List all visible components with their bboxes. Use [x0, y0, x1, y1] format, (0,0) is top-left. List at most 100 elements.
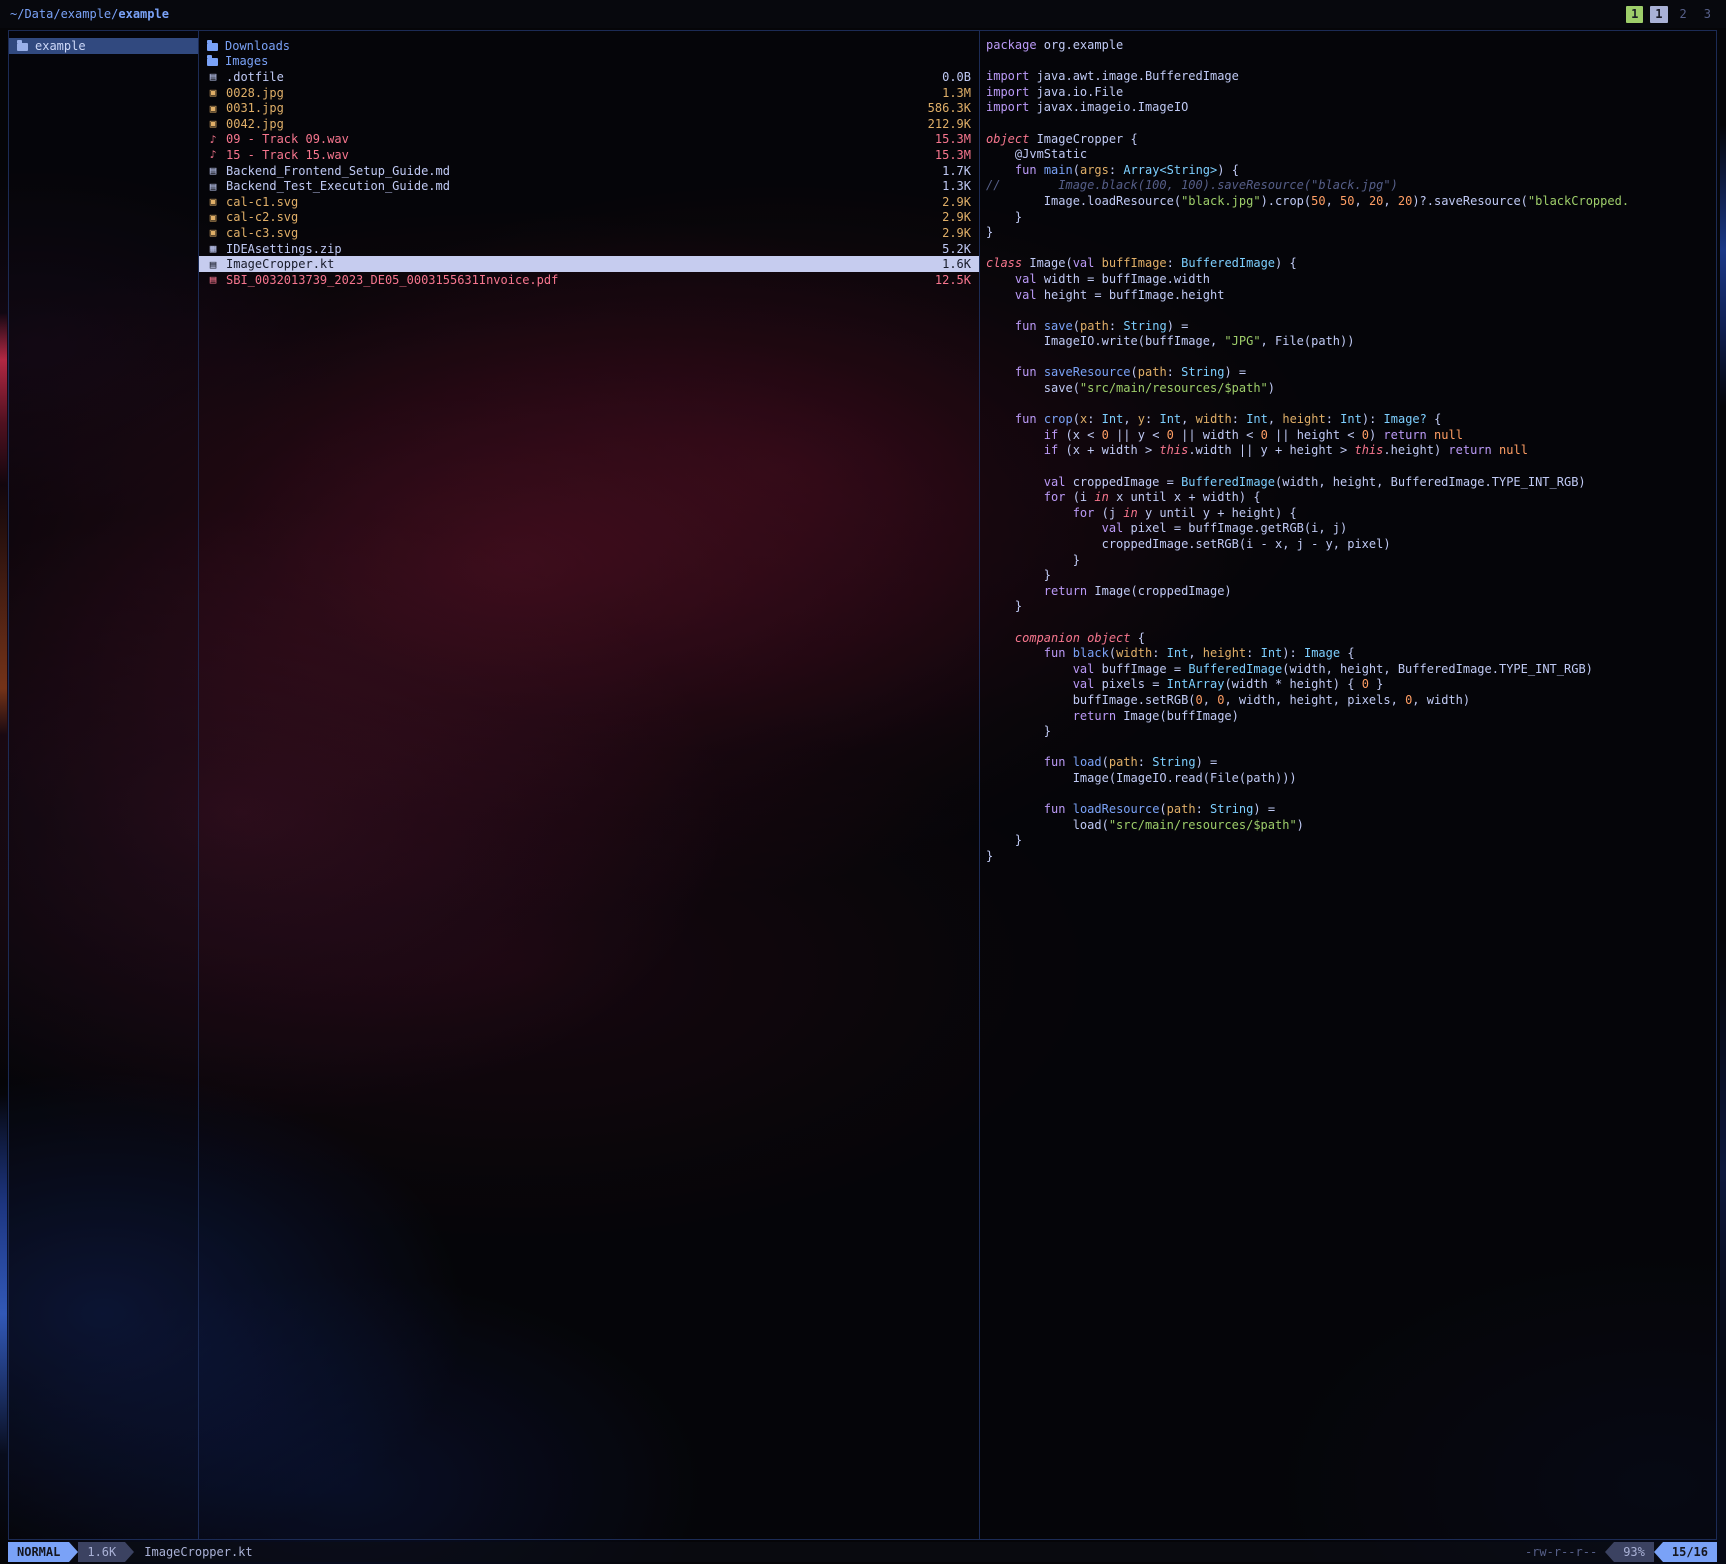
code-line: import java.awt.image.BufferedImage — [986, 69, 1710, 85]
file-row[interactable]: ▣ 0031.jpg 586.3K — [199, 100, 979, 116]
file-row[interactable]: ▤Backend_Test_Execution_Guide.md1.3K — [199, 178, 979, 194]
tab-3[interactable]: 2 — [1675, 6, 1692, 23]
code-line: ImageIO.write(buffImage, "JPG", File(pat… — [986, 334, 1710, 350]
code-line: if (x + width > this.width || y + height… — [986, 443, 1710, 459]
scroll-percent-badge: 93% — [1614, 1542, 1654, 1562]
file-size: 12.5K — [935, 273, 971, 287]
file-row[interactable]: ▣cal-c3.svg2.9K — [199, 225, 979, 241]
code-line: val croppedImage = BufferedImage(width, … — [986, 475, 1710, 491]
code-line: val pixel = buffImage.getRGB(i, j) — [986, 521, 1710, 537]
powerline-separator-icon — [1605, 1542, 1614, 1562]
file-row[interactable]: Images — [199, 54, 979, 70]
code-line: @JvmStatic — [986, 147, 1710, 163]
file-manager-panes: example DownloadsImages▤.dotfile0.0B▣002… — [8, 30, 1717, 1540]
file-row[interactable]: ♪15 - Track 15.wav15.3M — [199, 147, 979, 163]
file-size: 1.6K — [942, 257, 971, 271]
file-name: Images — [225, 54, 268, 68]
powerline-separator-icon — [69, 1542, 78, 1562]
file-icon: ▤ — [207, 70, 219, 83]
code-line: buffImage.setRGB(0, 0, width, height, pi… — [986, 693, 1710, 709]
preview-code: package org.example import java.awt.imag… — [980, 38, 1716, 864]
code-line — [986, 459, 1710, 475]
file-row[interactable]: ▤Backend_Frontend_Setup_Guide.md1.7K — [199, 163, 979, 179]
file-name: IDEAsettings.zip — [226, 242, 342, 256]
cursor-position-badge: 15/16 — [1663, 1542, 1717, 1562]
code-line: fun main(args: Array<String>) { — [986, 163, 1710, 179]
code-line: package org.example — [986, 38, 1710, 54]
file-row[interactable]: ♪09 - Track 09.wav15.3M — [199, 132, 979, 148]
code-line: } — [986, 599, 1710, 615]
code-line: for (j in y until y + height) { — [986, 506, 1710, 522]
file-name: cal-c1.svg — [226, 195, 298, 209]
code-line: import javax.imageio.ImageIO — [986, 100, 1710, 116]
file-size: 212.9K — [928, 117, 971, 131]
code-line: val height = buffImage.height — [986, 288, 1710, 304]
code-line — [986, 787, 1710, 803]
code-line: fun load(path: String) = — [986, 755, 1710, 771]
code-line: } — [986, 568, 1710, 584]
file-size: 1.3K — [942, 179, 971, 193]
file-size: 1.3M — [942, 86, 971, 100]
image-icon: ▣ — [207, 102, 219, 115]
file-row[interactable]: ▦IDEAsettings.zip5.2K — [199, 241, 979, 257]
tab-1[interactable]: 1 — [1626, 6, 1643, 23]
file-row[interactable]: ▣0028.jpg1.3M — [199, 85, 979, 101]
file-size: 2.9K — [942, 226, 971, 240]
code-line: fun loadResource(path: String) = — [986, 802, 1710, 818]
file-name: 15 - Track 15.wav — [226, 148, 349, 162]
parent-dir-row[interactable]: example — [9, 38, 198, 54]
code-line: fun black(width: Int, height: Int): Imag… — [986, 646, 1710, 662]
code-line: return Image(buffImage) — [986, 709, 1710, 725]
code-line: companion object { — [986, 631, 1710, 647]
code-line: } — [986, 210, 1710, 226]
file-permissions: -rw-r--r-- — [1525, 1545, 1597, 1559]
image-icon: ▣ — [207, 226, 219, 239]
wallpaper-edge-accent-right — [1720, 0, 1726, 1564]
file-row[interactable]: ▣cal-c1.svg2.9K — [199, 194, 979, 210]
file-name: Backend_Test_Execution_Guide.md — [226, 179, 450, 193]
breadcrumb-path: ~/Data/example/example — [10, 7, 169, 21]
image-icon: ▣ — [207, 86, 219, 99]
code-line: val pixels = IntArray(width * height) { … — [986, 677, 1710, 693]
tab-4[interactable]: 3 — [1699, 6, 1716, 23]
file-name: 09 - Track 09.wav — [226, 132, 349, 146]
mode-indicator: NORMAL — [8, 1542, 69, 1562]
image-icon: ▣ — [207, 211, 219, 224]
file-size: 2.9K — [942, 210, 971, 224]
code-line: } — [986, 724, 1710, 740]
preview-pane: package org.example import java.awt.imag… — [980, 31, 1716, 1539]
code-line — [986, 615, 1710, 631]
kotlin-icon: ▤ — [207, 258, 219, 271]
file-size: 586.3K — [928, 101, 971, 115]
folder-icon — [17, 43, 28, 51]
audio-icon: ♪ — [207, 133, 219, 146]
image-icon: ▣ — [207, 195, 219, 208]
file-row[interactable]: ▣0042.jpg212.9K — [199, 116, 979, 132]
file-row[interactable]: ▣cal-c2.svg2.9K — [199, 210, 979, 226]
pdf-icon: ▤ — [207, 273, 219, 286]
code-line: Image(ImageIO.read(File(path))) — [986, 771, 1710, 787]
code-line — [986, 397, 1710, 413]
file-row[interactable]: Downloads — [199, 38, 979, 54]
parent-pane: example — [9, 31, 199, 1539]
path-prefix: ~/Data/example/ — [10, 7, 118, 21]
file-name: 0031.jpg — [226, 101, 284, 115]
file-row[interactable]: ▤SBI_0032013739_2023_DE05_0003155631Invo… — [199, 272, 979, 288]
header-bar: ~/Data/example/example 1123 — [0, 0, 1726, 28]
file-size: 5.2K — [942, 242, 971, 256]
tab-2[interactable]: 1 — [1650, 6, 1667, 23]
path-current-dir: example — [118, 7, 169, 21]
file-row[interactable]: ▤ ImageCropper.kt 1.6K — [199, 256, 979, 272]
code-line: load("src/main/resources/$path") — [986, 818, 1710, 834]
status-filename: ImageCropper.kt — [144, 1545, 252, 1559]
code-line: class Image(val buffImage: BufferedImage… — [986, 256, 1710, 272]
code-line — [986, 350, 1710, 366]
folder-icon — [207, 43, 218, 51]
code-line: val buffImage = BufferedImage(width, hei… — [986, 662, 1710, 678]
code-line: fun save(path: String) = — [986, 319, 1710, 335]
code-line: save("src/main/resources/$path") — [986, 381, 1710, 397]
code-line: if (x < 0 || y < 0 || width < 0 || heigh… — [986, 428, 1710, 444]
file-name: ImageCropper.kt — [226, 257, 334, 271]
files-pane: DownloadsImages▤.dotfile0.0B▣0028.jpg1.3… — [199, 31, 980, 1539]
file-row[interactable]: ▤.dotfile0.0B — [199, 69, 979, 85]
